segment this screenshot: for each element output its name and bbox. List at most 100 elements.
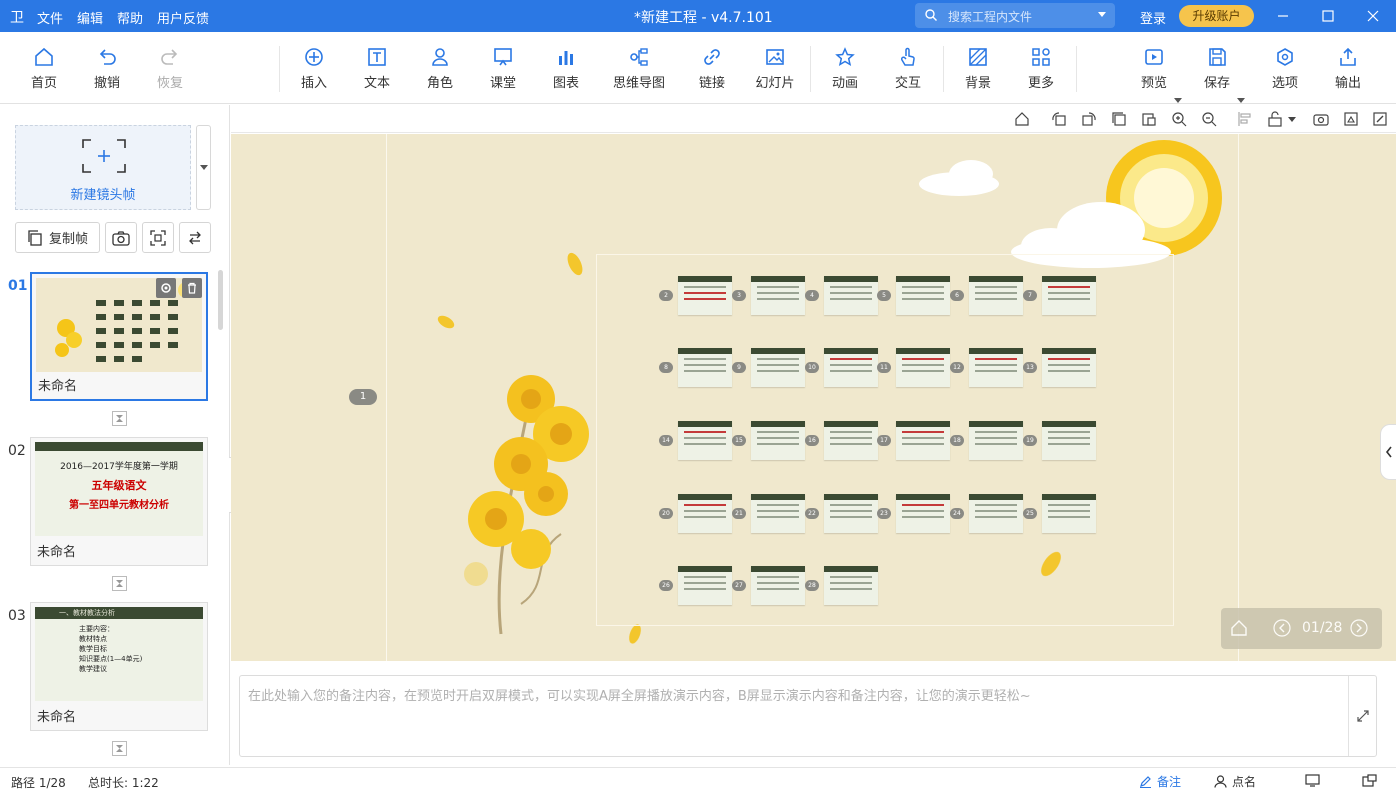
slide-thumb[interactable] (969, 348, 1023, 387)
interaction-button[interactable]: 交互 (886, 46, 930, 96)
slide-badge[interactable]: 17 (877, 435, 891, 446)
next-slide-icon[interactable] (1350, 619, 1368, 637)
slide-badge[interactable]: 8 (659, 362, 673, 373)
slide-badge[interactable]: 25 (1023, 508, 1037, 519)
zoom-in-icon[interactable] (1171, 111, 1187, 127)
slide-badge[interactable]: 9 (732, 362, 746, 373)
slide-badge[interactable]: 19 (1023, 435, 1037, 446)
frame-card-02[interactable]: 2016—2017学年度第一学期 五年级语文 第一至四单元教材分析 未命名 (30, 437, 208, 566)
close-button[interactable] (1353, 0, 1393, 32)
slide-thumb[interactable] (824, 276, 878, 315)
redo-button[interactable]: 恢复 (148, 46, 192, 96)
save-dropdown-icon[interactable] (1237, 98, 1245, 103)
slide-badge[interactable]: 10 (805, 362, 819, 373)
export-button[interactable]: 输出 (1326, 46, 1370, 96)
menu-help[interactable]: 帮助 (117, 8, 143, 27)
copy-frame-button[interactable]: 复制帧 (15, 222, 100, 253)
edit-icon[interactable] (1372, 111, 1388, 127)
slide-badge[interactable]: 22 (805, 508, 819, 519)
notes-textarea[interactable]: 在此处输入您的备注内容，在预览时开启双屏模式，可以实现A屏全屏播放演示内容，B屏… (239, 675, 1377, 757)
slide-thumb[interactable] (1042, 348, 1096, 387)
menu-edit[interactable]: 编辑 (77, 8, 103, 27)
slide-badge[interactable]: 5 (877, 290, 891, 301)
camera-icon[interactable] (1313, 111, 1329, 127)
window-mode-icon[interactable] (1362, 774, 1377, 787)
options-button[interactable]: 选项 (1263, 46, 1307, 96)
slide-badge[interactable]: 23 (877, 508, 891, 519)
prev-slide-icon[interactable] (1273, 619, 1291, 637)
slide-badge[interactable]: 18 (950, 435, 964, 446)
slide-badge[interactable]: 7 (1023, 290, 1037, 301)
fit-frame-button[interactable] (142, 222, 174, 253)
slide-thumb[interactable] (751, 421, 805, 460)
lock-dropdown-icon[interactable] (1288, 117, 1296, 122)
slide-badge[interactable]: 14 (659, 435, 673, 446)
frame-transition-button[interactable] (112, 576, 127, 591)
slide-badge[interactable]: 16 (805, 435, 819, 446)
slide-badge[interactable]: 21 (732, 508, 746, 519)
slide-thumb[interactable] (678, 494, 732, 533)
save-button[interactable]: 保存 (1195, 46, 1239, 96)
animation-button[interactable]: 动画 (823, 46, 867, 96)
maximize-button[interactable] (1308, 0, 1348, 32)
expand-icon[interactable] (1356, 709, 1370, 723)
slide-badge[interactable]: 26 (659, 580, 673, 591)
slide-badge[interactable]: 3 (732, 290, 746, 301)
path-marker[interactable]: 1 (349, 389, 377, 405)
rotate-right-icon[interactable] (1081, 111, 1097, 127)
slide-thumb[interactable] (751, 348, 805, 387)
screen-icon[interactable] (1305, 774, 1320, 787)
home-button[interactable]: 首页 (22, 46, 66, 96)
rotate-left-icon[interactable] (1051, 111, 1067, 127)
slide-badge[interactable]: 15 (732, 435, 746, 446)
upgrade-button[interactable]: 升级账户 (1179, 5, 1254, 27)
preview-button[interactable]: 预览 (1132, 46, 1176, 96)
slide-badge[interactable]: 2 (659, 290, 673, 301)
mindmap-button[interactable]: 思维导图 (607, 46, 671, 96)
expand-right-panel-button[interactable] (1380, 424, 1396, 480)
slide-badge[interactable]: 6 (950, 290, 964, 301)
undo-button[interactable]: 撤销 (85, 46, 129, 96)
sidebar-scrollbar[interactable] (218, 270, 223, 330)
more-button[interactable]: 更多 (1019, 46, 1063, 96)
slide-thumb[interactable] (678, 566, 732, 605)
slide-thumb[interactable] (678, 421, 732, 460)
slide-badge[interactable]: 20 (659, 508, 673, 519)
slide-thumb[interactable] (678, 348, 732, 387)
slide-thumb[interactable] (751, 276, 805, 315)
slide-thumb[interactable] (824, 348, 878, 387)
lock-icon[interactable] (1267, 111, 1283, 127)
frame-transition-button[interactable] (112, 411, 127, 426)
slide-thumb[interactable] (969, 421, 1023, 460)
slide-badge[interactable]: 27 (732, 580, 746, 591)
copy-icon[interactable] (1111, 111, 1127, 127)
frame-card-01[interactable]: 未命名 (30, 272, 208, 401)
role-button[interactable]: 角色 (418, 46, 462, 96)
search-input[interactable]: 搜索工程内文件 (915, 3, 1115, 28)
frame-delete-button[interactable] (182, 278, 202, 298)
snapshot-button[interactable] (105, 222, 137, 253)
slide-thumb[interactable] (1042, 276, 1096, 315)
transition-button[interactable] (179, 222, 211, 253)
slide-thumb[interactable] (678, 276, 732, 315)
frame-settings-button[interactable] (156, 278, 176, 298)
paste-icon[interactable] (1141, 111, 1157, 127)
slide-thumb[interactable] (896, 348, 950, 387)
search-dropdown-icon[interactable] (1098, 12, 1106, 17)
slide-badge[interactable]: 11 (877, 362, 891, 373)
home-view-icon[interactable] (1014, 111, 1030, 127)
slideshow-button[interactable]: 幻灯片 (753, 46, 797, 96)
zoom-out-icon[interactable] (1201, 111, 1217, 127)
new-frame-button[interactable]: 新建镜头帧 (15, 125, 191, 210)
preview-dropdown-icon[interactable] (1174, 98, 1182, 103)
home-icon[interactable] (1230, 619, 1248, 637)
insert-button[interactable]: 插入 (292, 46, 336, 96)
slide-badge[interactable]: 28 (805, 580, 819, 591)
slide-thumb[interactable] (969, 276, 1023, 315)
slide-thumb[interactable] (896, 276, 950, 315)
frame-transition-button[interactable] (112, 741, 127, 756)
slide-thumb[interactable] (1042, 421, 1096, 460)
classroom-button[interactable]: 课堂 (481, 46, 525, 96)
slide-badge[interactable]: 24 (950, 508, 964, 519)
chart-button[interactable]: 图表 (544, 46, 588, 96)
